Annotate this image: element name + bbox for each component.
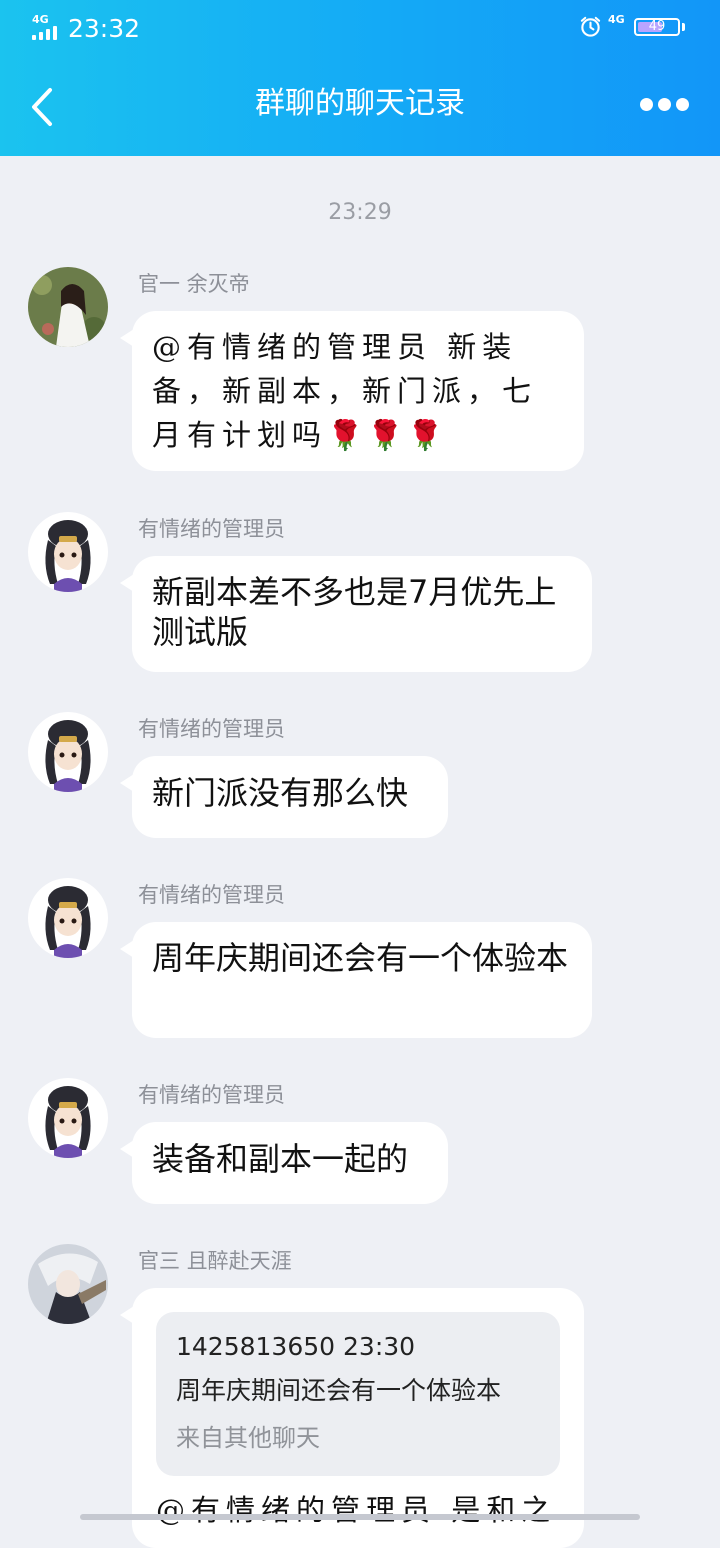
app-header: 4G 23:32 4G 49 群聊的聊天记录 [0,0,720,156]
quoted-message[interactable]: 1425813650 23:30 周年庆期间还会有一个体验本 来自其他聊天 [156,1312,560,1476]
message-bubble[interactable]: 周年庆期间还会有一个体验本 [120,922,592,1038]
sender-name: 有情绪的管理员 [138,1083,285,1107]
status-time: 23:32 [68,14,141,43]
message-text: 周年庆期间还会有一个体验本 [152,939,569,977]
battery-level: 49 [648,19,666,34]
message-text: 新门派没有那么快 [152,774,409,812]
message-bubble[interactable]: @有情绪的管理员 新装备，新副本，新门派，七月有计划吗🌹🌹🌹 [120,311,584,471]
quote-meta: 1425813650 23:30 [176,1332,416,1361]
signal-type-label: 4G [32,13,49,26]
avatar[interactable] [28,878,108,958]
avatar[interactable] [28,712,108,792]
more-options-button[interactable] [640,98,689,112]
message-bubble[interactable]: 装备和副本一起的 [120,1122,448,1204]
avatar[interactable] [28,267,108,347]
sender-name: 官一 余灭帝 [138,272,250,296]
sender-name: 有情绪的管理员 [138,717,285,741]
message-text: @有情绪的管理员 是和之 [156,1493,557,1527]
signal-icon [32,26,62,40]
quote-source: 来自其他聊天 [176,1424,320,1452]
avatar[interactable] [28,1244,108,1324]
sender-name: 有情绪的管理员 [138,883,285,907]
avatar[interactable] [28,512,108,592]
scrollbar[interactable] [80,1514,640,1520]
avatar[interactable] [28,1078,108,1158]
alarm-icon [580,16,601,37]
message-text: 装备和副本一起的 [152,1140,409,1178]
network-type-label: 4G [608,13,625,26]
battery-icon: 49 [634,18,680,36]
sender-name: 官三 且醉赴天涯 [138,1249,292,1273]
message-bubble[interactable]: 新门派没有那么快 [120,756,448,838]
message-bubble[interactable]: 新副本差不多也是7月优先上测试版 [120,556,592,672]
time-separator: 23:29 [328,200,392,225]
page-title: 群聊的聊天记录 [255,86,465,121]
message-text: 新副本差不多也是7月优先上测试版 [152,573,557,651]
battery-tip [682,23,685,31]
sender-name: 有情绪的管理员 [138,517,285,541]
quote-text: 周年庆期间还会有一个体验本 [176,1376,502,1405]
rose-emoji: 🌹🌹🌹 [327,418,448,452]
message-bubble[interactable]: 1425813650 23:30 周年庆期间还会有一个体验本 来自其他聊天 @有… [120,1288,584,1548]
